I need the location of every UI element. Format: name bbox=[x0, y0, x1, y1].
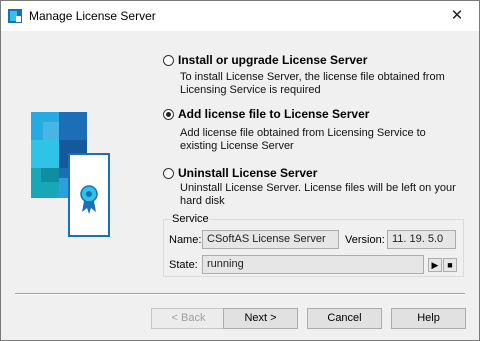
option-add-license-radio[interactable]: Add license file to License Server bbox=[163, 107, 369, 121]
service-version-label: Version: bbox=[345, 234, 385, 246]
service-state-field: running bbox=[202, 255, 424, 274]
option-add-license-label: Add license file to License Server bbox=[178, 107, 370, 121]
next-button[interactable]: Next > bbox=[223, 308, 298, 329]
footer-separator bbox=[15, 293, 465, 295]
title-bar: Manage License Server ✕ bbox=[1, 1, 479, 31]
radio-button-checked[interactable] bbox=[163, 108, 174, 120]
service-name-label: Name: bbox=[169, 234, 202, 246]
manage-license-server-window: Manage License Server ✕ Install or upgra… bbox=[0, 0, 480, 341]
option-uninstall-description: Uninstall License Server. License files … bbox=[180, 182, 456, 207]
option-uninstall-label: Uninstall License Server bbox=[178, 166, 318, 180]
option-add-license-description: Add license file obtained from Licensing… bbox=[180, 127, 426, 152]
stop-icon[interactable]: ■ bbox=[443, 258, 457, 272]
help-button[interactable]: Help bbox=[391, 308, 466, 329]
back-button[interactable]: < Back bbox=[151, 308, 226, 329]
option-install-label: Install or upgrade License Server bbox=[178, 53, 368, 67]
service-name-field: CSoftAS License Server bbox=[202, 230, 339, 249]
play-icon[interactable]: ▶ bbox=[428, 258, 442, 272]
window-title: Manage License Server bbox=[29, 9, 156, 23]
close-icon[interactable]: ✕ bbox=[435, 1, 479, 31]
app-icon bbox=[8, 9, 22, 23]
service-state-label: State: bbox=[169, 259, 198, 271]
service-legend: Service bbox=[171, 213, 210, 225]
cancel-button[interactable]: Cancel bbox=[307, 308, 382, 329]
service-version-field: 11. 19. 5.0 bbox=[387, 230, 456, 249]
option-install-radio[interactable]: Install or upgrade License Server bbox=[163, 53, 367, 67]
option-install-description: To install License Server, the license f… bbox=[180, 71, 445, 96]
license-server-logo bbox=[31, 112, 110, 237]
option-uninstall-radio[interactable]: Uninstall License Server bbox=[163, 166, 317, 180]
radio-button[interactable] bbox=[163, 167, 174, 179]
radio-button[interactable] bbox=[163, 54, 174, 66]
dialog-body: Install or upgrade License Server To ins… bbox=[1, 31, 479, 340]
